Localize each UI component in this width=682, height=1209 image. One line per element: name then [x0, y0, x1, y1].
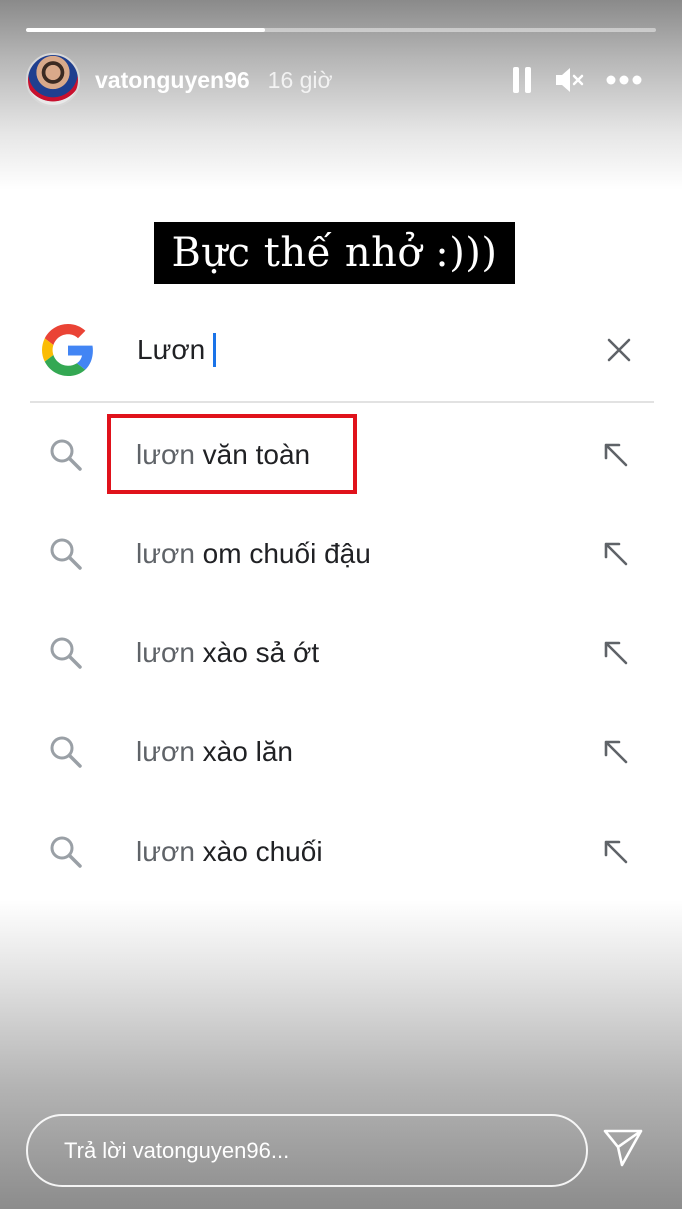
suggestion-list: lươn văn toàn lươn om chuối đậu lươn xào… [30, 405, 654, 901]
caption-text: Bực thế nhở :))) [171, 230, 498, 276]
red-highlight-box [107, 414, 357, 494]
search-divider [30, 401, 654, 403]
story-header: vatonguyen96 16 giờ [26, 52, 656, 108]
close-icon[interactable] [606, 337, 632, 363]
text-cursor [213, 333, 217, 367]
send-icon[interactable] [602, 1128, 644, 1168]
story-timestamp: 16 giờ [267, 66, 333, 93]
story-caption: Bực thế nhở :))) [154, 222, 515, 284]
more-horizontal-icon[interactable] [606, 75, 642, 85]
search-icon [48, 734, 88, 770]
suggestion-label: lươn xào chuối [136, 836, 323, 868]
search-icon [48, 437, 88, 473]
reply-input[interactable]: Trả lời vatonguyen96... [26, 1114, 588, 1187]
avatar[interactable] [26, 53, 80, 107]
suggestion-completion: xào chuối [194, 835, 323, 867]
google-g-logo [42, 324, 94, 376]
reply-placeholder: Trả lời vatonguyen96... [64, 1137, 290, 1163]
search-query-text: Lươn [137, 334, 206, 365]
suggestion-item[interactable]: lươn om chuối đậu [30, 504, 654, 603]
suggestion-prefix: lươn [136, 835, 195, 867]
suggestion-item[interactable]: lươn xào lăn [30, 703, 654, 802]
search-icon [48, 536, 88, 572]
suggestion-item[interactable]: lươn xào chuối [30, 802, 654, 901]
arrow-up-left-icon[interactable] [602, 540, 630, 568]
suggestion-label: lươn xào lăn [136, 736, 293, 768]
story-progress-bar [26, 28, 656, 32]
speaker-muted-icon[interactable] [554, 66, 584, 94]
search-icon [48, 834, 88, 870]
google-search-bar: Lươn [30, 300, 654, 400]
suggestion-completion: om chuối đậu [194, 537, 371, 569]
arrow-up-left-icon[interactable] [602, 838, 630, 866]
suggestion-completion: xào lăn [194, 736, 293, 768]
search-input[interactable]: Lươn [137, 333, 217, 367]
arrow-up-left-icon[interactable] [602, 738, 630, 766]
username[interactable]: vatonguyen96 [95, 67, 250, 94]
suggestion-prefix: lươn [136, 537, 195, 569]
suggestion-item[interactable]: lươn xào sả ớt [30, 604, 654, 703]
pause-icon[interactable] [512, 66, 532, 94]
suggestion-label: lươn xào sả ớt [136, 637, 319, 669]
suggestion-prefix: lươn [136, 637, 195, 669]
suggestion-label: lươn om chuối đậu [136, 538, 371, 570]
suggestion-completion: xào sả ớt [194, 637, 320, 669]
header-controls [512, 66, 656, 94]
suggestion-prefix: lươn [136, 736, 195, 768]
search-icon [48, 635, 88, 671]
arrow-up-left-icon[interactable] [602, 639, 630, 667]
suggestion-item[interactable]: lươn văn toàn [30, 405, 654, 504]
story-progress-fill [26, 28, 266, 32]
arrow-up-left-icon[interactable] [602, 441, 630, 469]
